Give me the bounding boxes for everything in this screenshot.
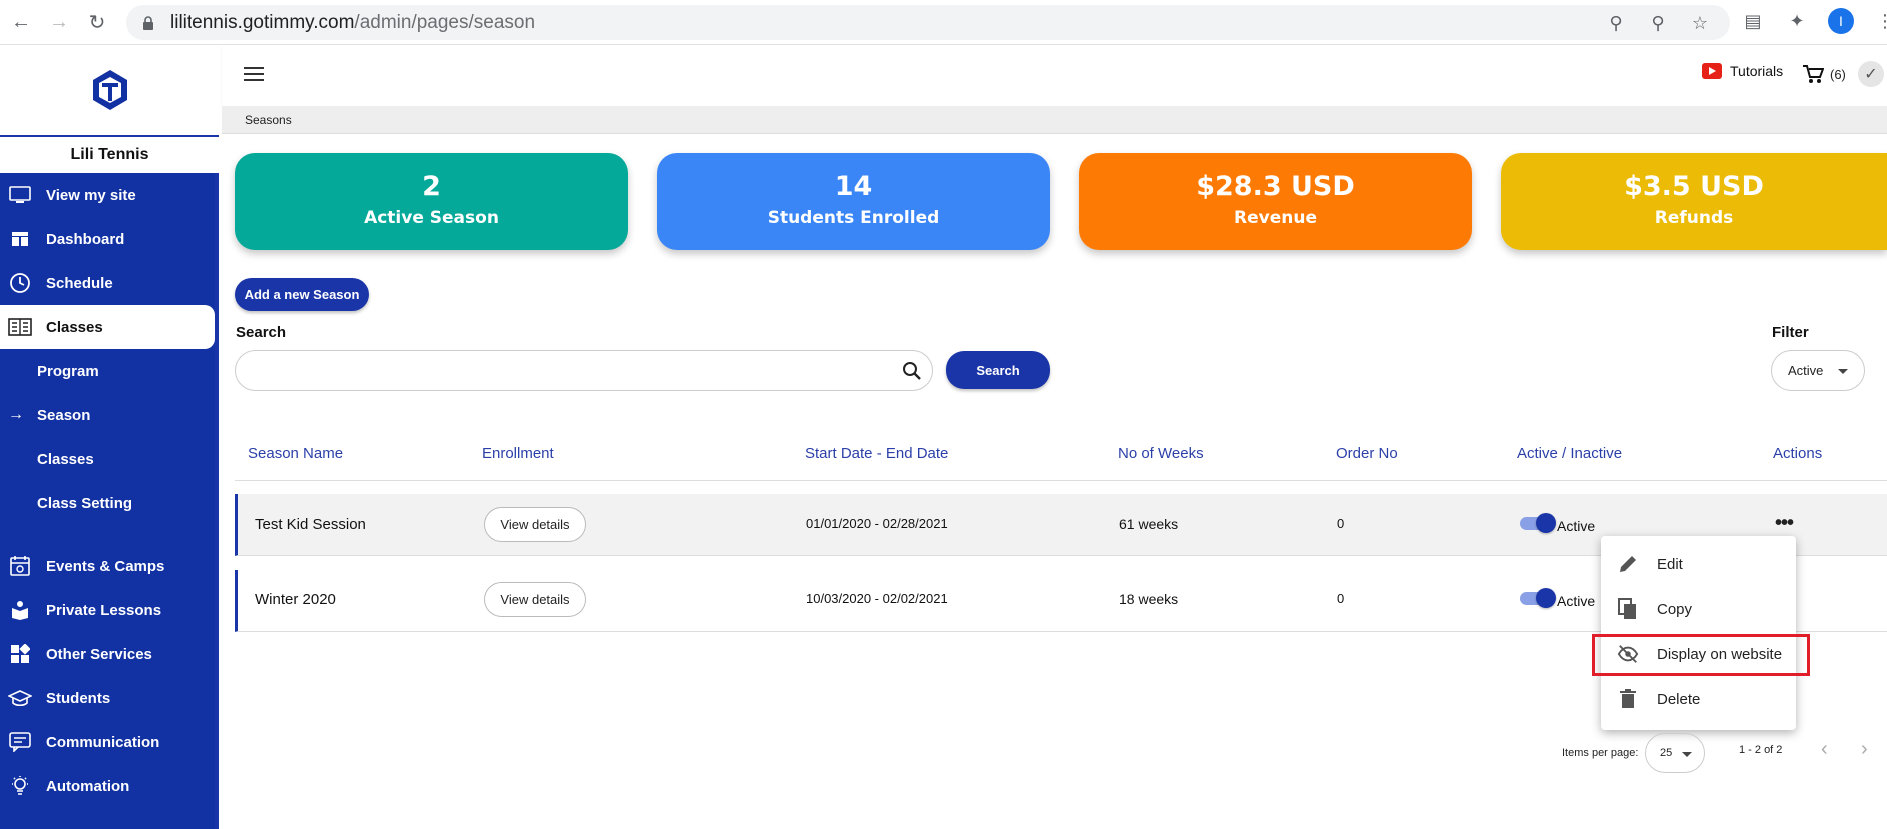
sidebar-item-class-setting[interactable]: Class Setting (0, 481, 219, 525)
sidebar-menu: View my site Dashboard Schedule Classes … (0, 173, 219, 829)
add-season-button[interactable]: Add a new Season (235, 278, 369, 311)
sidebar-item-dashboard[interactable]: Dashboard (0, 217, 219, 261)
browser-toolbar: ← → ↻ lilitennis.gotimmy.com/admin/pages… (0, 0, 1887, 45)
sidebar-item-students[interactable]: Students (0, 676, 219, 720)
sidebar-item-view-my-site[interactable]: View my site (0, 173, 219, 217)
more-actions-icon[interactable]: ••• (1775, 512, 1794, 535)
brand-name: Lili Tennis (70, 146, 149, 163)
lock-icon (143, 15, 153, 30)
items-per-page-select[interactable]: 25 (1645, 733, 1705, 773)
sidebar-item-automation[interactable]: Automation (0, 764, 219, 808)
bulb-icon (8, 774, 32, 798)
pagination-range: 1 - 2 of 2 (1739, 744, 1783, 756)
highlight-box (1592, 634, 1810, 676)
column-header-actions: Actions (1773, 445, 1823, 462)
column-header-enrollment[interactable]: Enrollment (482, 445, 554, 462)
check-icon[interactable]: ✓ (1858, 61, 1884, 87)
column-header-dates[interactable]: Start Date - End Date (805, 445, 948, 462)
sidebar-item-schedule[interactable]: Schedule (0, 261, 219, 305)
menu-item-copy[interactable]: Copy (1601, 587, 1796, 631)
logo[interactable] (0, 45, 219, 135)
brand-logo-icon (92, 70, 127, 110)
sidebar: Lili Tennis View my site Dashboard Sched… (0, 45, 219, 829)
lesson-icon (8, 598, 32, 622)
chevron-down-icon (1838, 369, 1848, 374)
arrow-right-icon: → (8, 406, 24, 423)
filter-select[interactable]: Active (1771, 350, 1865, 391)
sidebar-item-private-lessons[interactable]: Private Lessons (0, 588, 219, 632)
active-toggle[interactable] (1520, 588, 1556, 608)
actions-menu: Edit Copy Display on website Delete (1601, 536, 1796, 730)
menu-item-delete[interactable]: Delete (1601, 677, 1796, 721)
column-header-order[interactable]: Order No (1336, 445, 1398, 462)
book-icon (8, 315, 32, 339)
tutorials-link[interactable]: Tutorials (1702, 63, 1783, 79)
dashboard-icon (8, 227, 32, 251)
view-details-button[interactable]: View details (484, 507, 586, 542)
column-header-season-name[interactable]: Season Name (248, 445, 343, 462)
hamburger-menu-icon[interactable] (244, 67, 264, 85)
app-header: Tutorials (6) ✓ (222, 45, 1887, 106)
clock-icon (8, 271, 32, 295)
star-icon[interactable]: ☆ (1688, 11, 1712, 35)
filter-label: Filter (1772, 324, 1809, 341)
grid-icon (8, 642, 32, 666)
url-text: lilitennis.gotimmy.com/admin/pages/seaso… (170, 11, 536, 33)
active-toggle[interactable] (1520, 513, 1556, 533)
profile-avatar[interactable]: I (1828, 8, 1854, 34)
sidebar-item-classes[interactable]: Classes (0, 305, 215, 349)
chevron-left-icon[interactable]: ‹ (1821, 738, 1828, 761)
stat-card-refunds: $3.5 USD Refunds (1501, 153, 1887, 250)
chevron-down-icon (1682, 752, 1692, 757)
pencil-icon (1617, 553, 1639, 575)
cart-icon (1803, 65, 1824, 83)
youtube-icon (1702, 63, 1722, 79)
back-arrow-icon[interactable]: ← (4, 5, 38, 39)
sidebar-item-events-camps[interactable]: Events & Camps (0, 544, 219, 588)
chevron-right-icon[interactable]: › (1861, 738, 1868, 761)
sidebar-item-program[interactable]: Program (0, 349, 219, 393)
view-details-button[interactable]: View details (484, 582, 586, 617)
breadcrumb: Seasons (222, 106, 1887, 134)
reload-icon[interactable]: ↻ (80, 5, 114, 39)
zoom-icon[interactable]: ⚲ (1646, 11, 1670, 35)
search-icon[interactable] (902, 361, 922, 381)
divider (235, 480, 1887, 481)
sidebar-item-communication[interactable]: Communication (0, 720, 219, 764)
puzzle-icon[interactable]: ✦ (1784, 8, 1810, 34)
items-per-page-label: Items per page: (1562, 747, 1639, 759)
chat-icon (8, 730, 32, 754)
search-input[interactable] (235, 350, 933, 391)
sidebar-item-season[interactable]: → Season (0, 393, 219, 437)
copy-icon (1617, 598, 1639, 620)
stat-card-active-season: 2 Active Season (235, 153, 628, 250)
stat-card-students-enrolled: 14 Students Enrolled (657, 153, 1050, 250)
more-vert-icon[interactable]: ⋮ (1872, 8, 1887, 34)
trash-icon (1617, 688, 1639, 710)
cart-button[interactable]: (6) (1802, 64, 1846, 84)
column-header-active[interactable]: Active / Inactive (1517, 445, 1622, 462)
sidebar-item-other-services[interactable]: Other Services (0, 632, 219, 676)
graduation-icon (8, 686, 32, 710)
calendar-icon (8, 554, 32, 578)
breadcrumb-current: Seasons (245, 113, 292, 127)
column-header-weeks[interactable]: No of Weeks (1118, 445, 1204, 462)
monitor-icon (8, 183, 32, 207)
search-label: Search (236, 324, 287, 341)
sidebar-scrollbar[interactable] (215, 173, 219, 829)
forward-arrow-icon[interactable]: → (42, 5, 76, 39)
key-icon[interactable]: ⚲ (1604, 11, 1628, 35)
search-button[interactable]: Search (946, 351, 1050, 389)
menu-item-edit[interactable]: Edit (1601, 542, 1796, 586)
sidebar-item-classes-sub[interactable]: Classes (0, 437, 219, 481)
extension-stack-icon[interactable]: ▤ (1740, 8, 1766, 34)
stat-card-revenue: $28.3 USD Revenue (1079, 153, 1472, 250)
address-bar[interactable]: lilitennis.gotimmy.com/admin/pages/seaso… (126, 5, 1730, 40)
